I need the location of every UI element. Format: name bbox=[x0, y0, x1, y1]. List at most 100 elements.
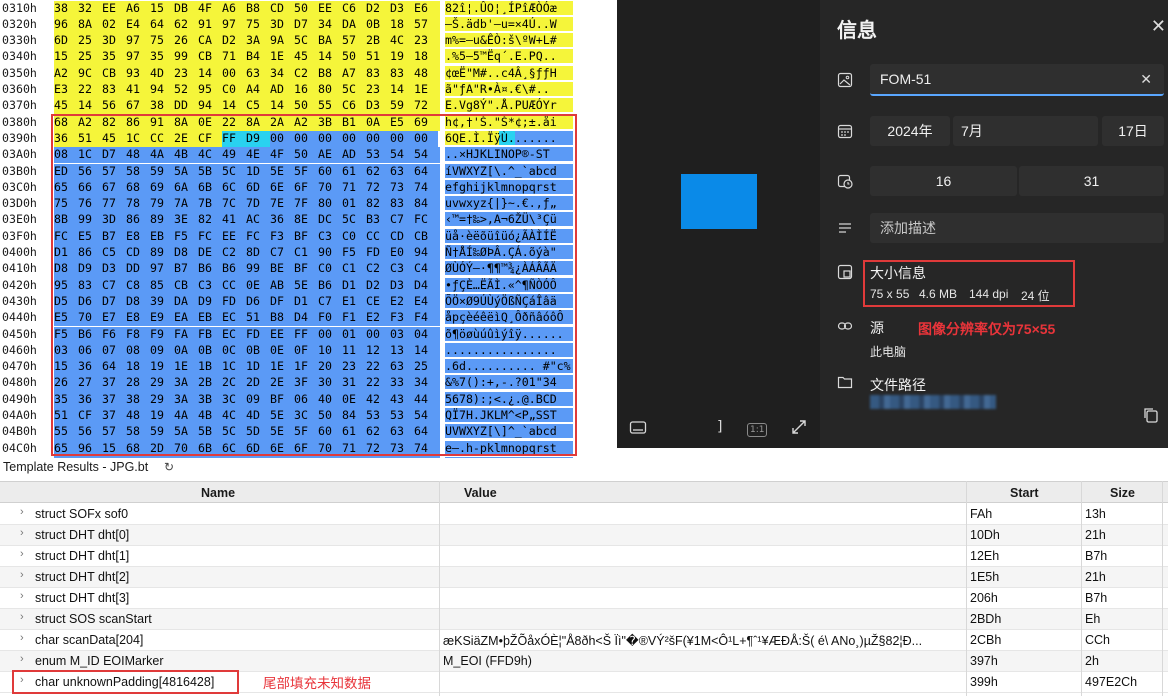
hex-byte[interactable]: AD bbox=[270, 82, 292, 98]
hex-byte[interactable]: 50 bbox=[294, 1, 316, 17]
hex-byte[interactable]: 14 bbox=[222, 98, 244, 114]
hex-byte[interactable]: 45 bbox=[54, 98, 76, 114]
col-start-header[interactable]: Start bbox=[1010, 486, 1038, 500]
hex-byte[interactable]: 6D bbox=[54, 33, 76, 49]
hex-byte[interactable]: C0 bbox=[222, 82, 244, 98]
col-size-header[interactable]: Size bbox=[1110, 486, 1135, 500]
hex-byte[interactable]: 35 bbox=[102, 49, 124, 65]
hex-ascii[interactable]: ¢œË"M#..c4Â¸§ƒƒH bbox=[445, 65, 573, 80]
hex-byte[interactable]: EE bbox=[318, 1, 340, 17]
hex-byte[interactable]: 38 bbox=[150, 98, 172, 114]
hex-byte[interactable]: B8 bbox=[246, 1, 268, 17]
hex-byte[interactable]: 52 bbox=[174, 82, 196, 98]
hex-ascii[interactable]: ã"ƒA"R•À¤­.€\#.. bbox=[445, 82, 573, 96]
col-name-header[interactable]: Name bbox=[201, 486, 235, 500]
hex-byte[interactable]: 35 bbox=[150, 49, 172, 65]
hex-byte[interactable]: 4F bbox=[198, 1, 220, 17]
hour-field[interactable]: 16 bbox=[870, 166, 1017, 196]
hex-byte[interactable]: 94 bbox=[198, 98, 220, 114]
hex-byte[interactable]: 34 bbox=[270, 66, 292, 82]
month-field[interactable]: 7月 bbox=[953, 116, 1098, 146]
hex-byte[interactable]: 5C bbox=[342, 82, 364, 98]
hex-byte[interactable]: 80 bbox=[318, 82, 340, 98]
hex-byte[interactable]: 15 bbox=[54, 49, 76, 65]
hex-byte[interactable]: 97 bbox=[126, 49, 148, 65]
chevron-right-icon[interactable]: › bbox=[20, 506, 24, 518]
hex-ascii[interactable]: 82î¦.ÛO¦¸ÍPîÆÒÓæ bbox=[445, 0, 573, 15]
hex-row[interactable]: 0330h 6D 25 3D 97 75 26 CA D2 3A 9A 5C BA 57 2B 4C 23 m%=… bbox=[0, 33, 617, 50]
hex-byte[interactable]: A2 bbox=[54, 66, 76, 82]
hex-byte[interactable]: 75 bbox=[150, 33, 172, 49]
hex-byte[interactable]: C6 bbox=[342, 1, 364, 17]
hex-byte[interactable]: E4 bbox=[126, 17, 148, 33]
hex-byte[interactable]: 1E bbox=[270, 49, 292, 65]
hex-byte[interactable]: 57 bbox=[414, 17, 436, 33]
hex-byte[interactable]: 3D bbox=[270, 17, 292, 33]
hex-byte[interactable]: 57 bbox=[342, 33, 364, 49]
hex-byte[interactable]: 16 bbox=[294, 82, 316, 98]
hex-byte[interactable]: D3 bbox=[390, 1, 412, 17]
hex-byte[interactable]: 51 bbox=[366, 49, 388, 65]
hex-byte[interactable]: D2 bbox=[366, 1, 388, 17]
hex-byte[interactable]: A6 bbox=[222, 1, 244, 17]
hex-byte[interactable]: 4D bbox=[150, 66, 172, 82]
year-field[interactable]: 2024年 bbox=[870, 116, 950, 146]
hex-byte[interactable]: 67 bbox=[126, 98, 148, 114]
hex-byte[interactable]: 50 bbox=[342, 49, 364, 65]
table-row[interactable]: › struct DHT dht[2] 1E5h 21h bbox=[0, 567, 1168, 588]
hex-byte[interactable]: 23 bbox=[174, 66, 196, 82]
hex-byte[interactable]: 99 bbox=[174, 49, 196, 65]
hex-row[interactable]: 0350h A2 9C CB 93 4D 23 14 00 63 34 C2 B8 A7 83 83 48 ¢œË… bbox=[0, 65, 617, 82]
hex-byte[interactable]: 9C bbox=[78, 66, 100, 82]
hex-byte[interactable]: 2B bbox=[366, 33, 388, 49]
hex-byte[interactable]: C6 bbox=[342, 98, 364, 114]
expand-icon[interactable] bbox=[791, 419, 807, 440]
close-icon[interactable]: ✕ bbox=[1151, 16, 1166, 37]
hex-byte[interactable]: 25 bbox=[78, 33, 100, 49]
hex-byte[interactable]: 56 bbox=[102, 98, 124, 114]
table-row[interactable]: › struct DHT dht[0] 10Dh 21h bbox=[0, 525, 1168, 546]
hex-byte[interactable]: 55 bbox=[318, 98, 340, 114]
table-row[interactable]: › struct SOS scanStart 2BDh Eh bbox=[0, 609, 1168, 630]
hex-byte[interactable]: CA bbox=[198, 33, 220, 49]
hex-byte[interactable]: 25 bbox=[78, 49, 100, 65]
hex-byte[interactable]: 0B bbox=[366, 17, 388, 33]
hex-byte[interactable]: 14 bbox=[78, 98, 100, 114]
chevron-right-icon[interactable]: › bbox=[20, 632, 24, 644]
chevron-right-icon[interactable]: › bbox=[20, 653, 24, 665]
hex-ascii[interactable]: m%=—u&ÊÒ:š\ºW+L# bbox=[445, 33, 573, 48]
hex-byte[interactable]: 97 bbox=[222, 17, 244, 33]
hex-byte[interactable]: A6 bbox=[126, 1, 148, 17]
hex-byte[interactable]: B8 bbox=[318, 66, 340, 82]
hex-bytes[interactable]: E3 22 83 41 94 52 95 C0 A4 AD 16 80 5C 23 14 1E bbox=[54, 82, 440, 99]
table-row[interactable]: › struct SOFx sof0 FAh 13h bbox=[0, 504, 1168, 525]
description-input[interactable]: 添加描述 bbox=[870, 213, 1164, 243]
hex-row[interactable]: 0340h 15 25 35 97 35 99 CB 71 B4 1E 45 14 50 51 19 18 .%5… bbox=[0, 49, 617, 66]
hex-ascii[interactable]: .%5—5™Ëq´.E.PQ.. bbox=[445, 49, 573, 64]
hex-row[interactable]: 0370h 45 14 56 67 38 DD 94 14 C5 14 50 55 C6 D3 59 72 E.V… bbox=[0, 98, 617, 115]
hex-byte[interactable]: 59 bbox=[390, 98, 412, 114]
hex-byte[interactable]: 1E bbox=[414, 82, 436, 98]
hex-byte[interactable]: 62 bbox=[174, 17, 196, 33]
hex-bytes[interactable]: 6D 25 3D 97 75 26 CA D2 3A 9A 5C BA 57 2B 4C 23 bbox=[54, 33, 440, 50]
hex-byte[interactable]: 93 bbox=[126, 66, 148, 82]
hex-byte[interactable]: E3 bbox=[54, 82, 76, 98]
hex-byte[interactable]: C2 bbox=[294, 66, 316, 82]
hex-byte[interactable]: 63 bbox=[246, 66, 268, 82]
hex-byte[interactable]: 14 bbox=[390, 82, 412, 98]
filmstrip-icon[interactable] bbox=[629, 420, 647, 441]
hex-row[interactable]: 0310h 38 32 EE A6 15 DB 4F A6 B8 CD 50 EE C6 D2 D3 E6 82î… bbox=[0, 0, 617, 17]
minute-field[interactable]: 31 bbox=[1019, 166, 1164, 196]
table-row[interactable]: › char scanData[204] æKSiäZM•þŽÕåxÓÈ¦"Å8ðh… bbox=[0, 630, 1168, 651]
col-value-header[interactable]: Value bbox=[464, 486, 497, 500]
table-row[interactable]: › struct DHT dht[3] 206h B7h bbox=[0, 588, 1168, 609]
hex-byte[interactable]: 41 bbox=[126, 82, 148, 98]
copy-icon[interactable] bbox=[1142, 406, 1160, 424]
hex-byte[interactable]: 83 bbox=[102, 82, 124, 98]
hex-ascii[interactable]: E.Vg8Ý".Å.PUÆÓYr bbox=[445, 98, 573, 113]
hex-byte[interactable]: A4 bbox=[246, 82, 268, 98]
chevron-right-icon[interactable]: › bbox=[20, 590, 24, 602]
hex-byte[interactable]: 94 bbox=[150, 82, 172, 98]
chevron-right-icon[interactable]: › bbox=[20, 527, 24, 539]
hex-byte[interactable]: 38 bbox=[54, 1, 76, 17]
